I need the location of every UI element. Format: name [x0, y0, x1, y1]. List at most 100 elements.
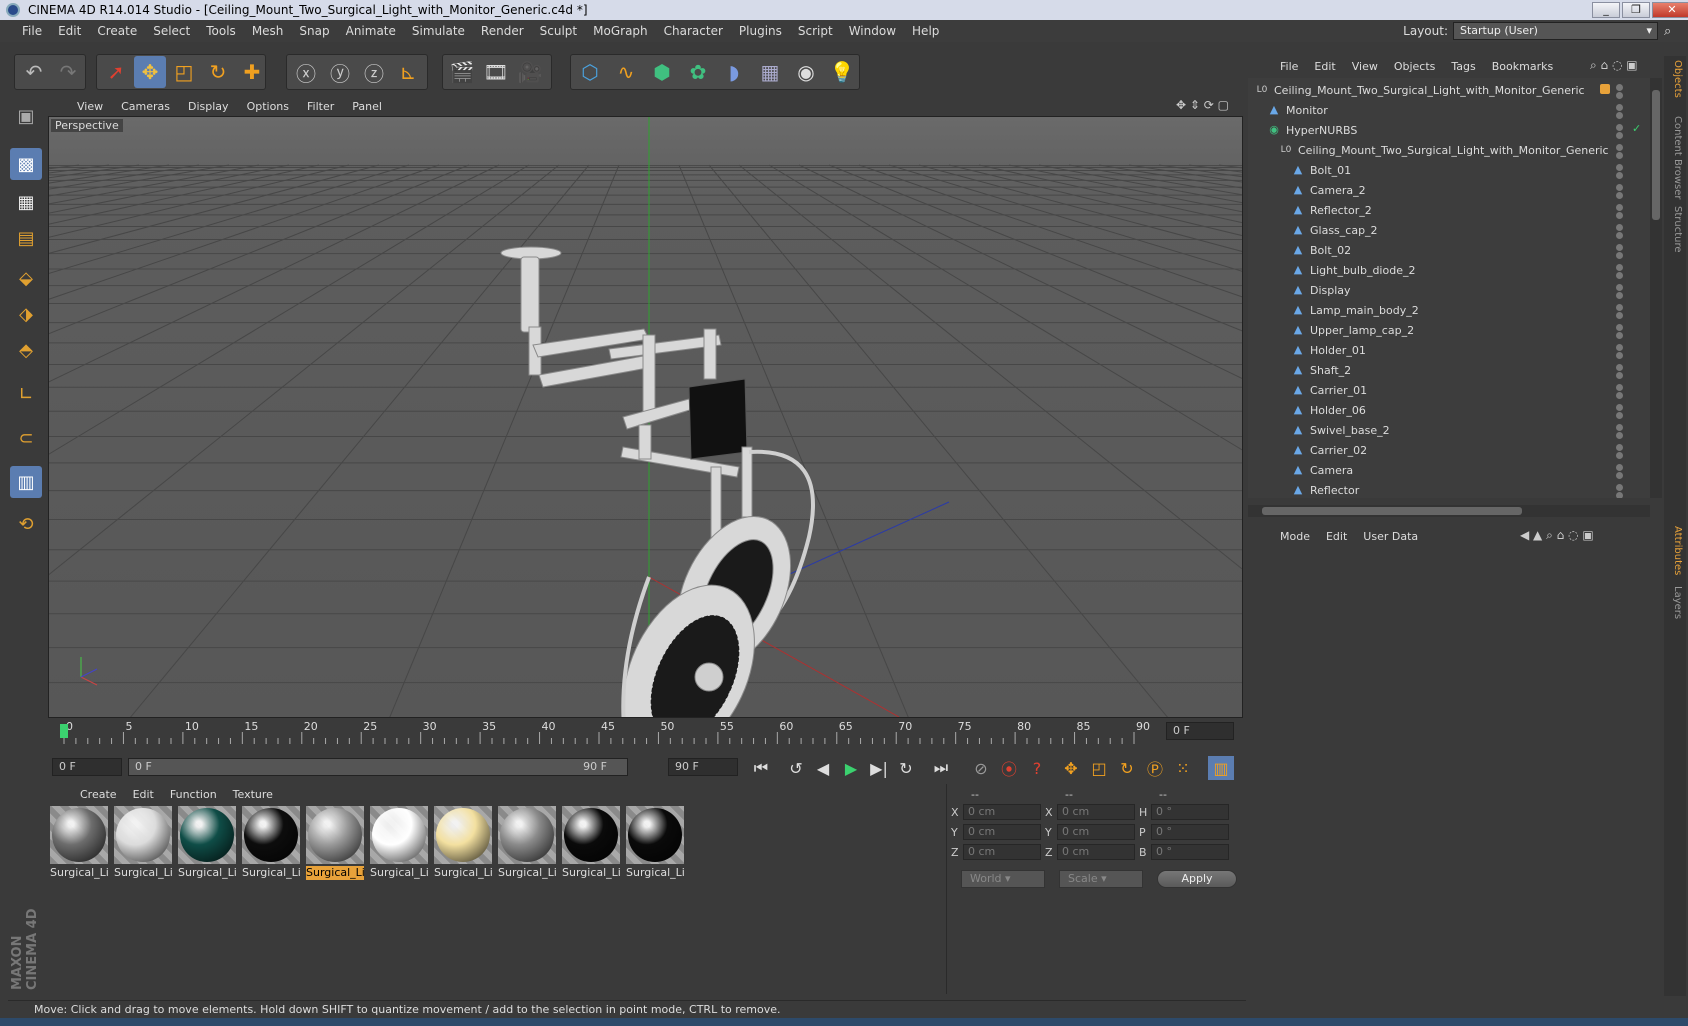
editor-visibility-dot[interactable]	[1616, 324, 1623, 331]
menu-snap[interactable]: Snap	[291, 24, 337, 38]
material-swatch[interactable]: Surgical_Li	[370, 806, 428, 882]
spline-pen-icon[interactable]: ∿	[610, 56, 642, 88]
object-hscrollbar[interactable]	[1248, 505, 1650, 517]
editor-visibility-dot[interactable]	[1616, 164, 1623, 171]
coord-value-field[interactable]: 0 cm	[963, 844, 1041, 860]
start-frame-field[interactable]: 0 F	[52, 758, 122, 776]
coord-value-field[interactable]: 0 cm	[1057, 844, 1135, 860]
editor-visibility-dot[interactable]	[1616, 184, 1623, 191]
undo-icon[interactable]: ↶	[18, 56, 50, 88]
render-visibility-dot[interactable]	[1616, 272, 1623, 279]
key-scale-icon[interactable]: ◰	[1086, 756, 1112, 780]
material-menu-function[interactable]: Function	[162, 788, 225, 801]
material-swatch[interactable]: Surgical_Li	[114, 806, 172, 882]
object-row[interactable]: ▲ Light_bulb_diode_2	[1248, 260, 1650, 280]
coord-value-field[interactable]: 0 cm	[963, 824, 1041, 840]
key-position-icon[interactable]: ✥	[1058, 756, 1084, 780]
next-key-icon[interactable]: ↻	[893, 756, 919, 780]
end-frame-field[interactable]: 90 F	[668, 758, 738, 776]
object-menu-view[interactable]: View	[1344, 60, 1386, 73]
recent-tool-icon[interactable]: ✚	[236, 56, 268, 88]
mograph-cloner-icon[interactable]: ✿	[682, 56, 714, 88]
keyframe-selection-icon[interactable]: ?	[1024, 756, 1050, 780]
render-picture-viewer-icon[interactable]: 🎞	[480, 56, 512, 88]
axis-mode-icon[interactable]: ∟	[10, 378, 42, 410]
render-visibility-dot[interactable]	[1616, 372, 1623, 379]
live-selection-icon[interactable]: ➚	[100, 56, 132, 88]
model-mode-icon[interactable]: ▩	[10, 148, 42, 180]
render-visibility-dot[interactable]	[1616, 152, 1623, 159]
go-to-start-icon[interactable]: ⏮	[748, 756, 774, 780]
render-visibility-dot[interactable]	[1616, 412, 1623, 419]
render-visibility-dot[interactable]	[1616, 212, 1623, 219]
object-row[interactable]: ▲ Carrier_01	[1248, 380, 1650, 400]
menu-sculpt[interactable]: Sculpt	[532, 24, 585, 38]
light-object-icon[interactable]: 💡	[826, 56, 858, 88]
material-swatch[interactable]: Surgical_Li	[626, 806, 684, 882]
object-row[interactable]: ▲ Swivel_base_2	[1248, 420, 1650, 440]
coordinate-system-icon[interactable]: ⊾	[392, 56, 424, 88]
attribute-menu-user-data[interactable]: User Data	[1355, 530, 1426, 543]
object-row[interactable]: ▲ Holder_06	[1248, 400, 1650, 420]
render-visibility-dot[interactable]	[1616, 112, 1623, 119]
menu-window[interactable]: Window	[841, 24, 904, 38]
checkmark-icon[interactable]: ✓	[1632, 122, 1641, 135]
timeline-window-icon[interactable]: ▥	[1208, 756, 1234, 780]
key-pla-icon[interactable]: ⁙	[1170, 756, 1196, 780]
y-axis-lock-icon[interactable]: ⓨ	[324, 56, 356, 88]
viewport-menu-options[interactable]: Options	[238, 100, 298, 113]
render-visibility-dot[interactable]	[1616, 312, 1623, 319]
render-visibility-dot[interactable]	[1616, 292, 1623, 299]
menu-mograph[interactable]: MoGraph	[585, 24, 656, 38]
menu-select[interactable]: Select	[145, 24, 198, 38]
points-mode-icon[interactable]: ⬙	[10, 262, 42, 294]
render-visibility-dot[interactable]	[1616, 172, 1623, 179]
layout-select[interactable]: Startup (User) ▾	[1453, 22, 1658, 40]
play-icon[interactable]: ▶	[838, 756, 864, 780]
object-menu-tags[interactable]: Tags	[1443, 60, 1483, 73]
object-row[interactable]: ▲ Reflector_2	[1248, 200, 1650, 220]
search-icon[interactable]: ⌕	[1664, 24, 1671, 39]
object-row[interactable]: ◉ HyperNURBS ✓	[1248, 120, 1650, 140]
side-tab-layers[interactable]: Layers	[1667, 586, 1683, 619]
object-row[interactable]: ▲ Lamp_main_body_2	[1248, 300, 1650, 320]
coord-value-field[interactable]: 0 cm	[1057, 804, 1135, 820]
scale-tool-icon[interactable]: ◰	[168, 56, 200, 88]
object-row[interactable]: ▲ Monitor	[1248, 100, 1650, 120]
coord-value-field[interactable]: 0 °	[1151, 804, 1229, 820]
perspective-viewport[interactable]: Perspective	[48, 116, 1243, 718]
editor-visibility-dot[interactable]	[1616, 344, 1623, 351]
make-editable-icon[interactable]: ▣	[10, 100, 42, 132]
floor-object-icon[interactable]: ▦	[754, 56, 786, 88]
menu-mesh[interactable]: Mesh	[244, 24, 292, 38]
menu-animate[interactable]: Animate	[338, 24, 404, 38]
editor-visibility-dot[interactable]	[1616, 144, 1623, 151]
object-menu-file[interactable]: File	[1272, 60, 1306, 73]
menu-file[interactable]: File	[14, 24, 50, 38]
editor-visibility-dot[interactable]	[1616, 464, 1623, 471]
deformer-icon[interactable]: ◗	[718, 56, 750, 88]
nurbs-icon[interactable]: ⬢	[646, 56, 678, 88]
render-visibility-dot[interactable]	[1616, 392, 1623, 399]
viewport-menu-display[interactable]: Display	[179, 100, 238, 113]
workplane-lock-icon[interactable]: ▥	[10, 466, 42, 498]
object-row[interactable]: L0 Ceiling_Mount_Two_Surgical_Light_with_…	[1248, 140, 1650, 160]
editor-visibility-dot[interactable]	[1616, 84, 1623, 91]
editor-visibility-dot[interactable]	[1616, 304, 1623, 311]
editor-visibility-dot[interactable]	[1616, 244, 1623, 251]
menu-plugins[interactable]: Plugins	[731, 24, 790, 38]
timeline-ruler[interactable]: 0 5 10 15 20 25 30 35 40 45 50 55 60 65 70 75 80 85 90 0 F	[48, 718, 1243, 748]
attribute-menu-mode[interactable]: Mode	[1272, 530, 1318, 543]
viewport-menu-cameras[interactable]: Cameras	[112, 100, 179, 113]
editor-visibility-dot[interactable]	[1616, 424, 1623, 431]
material-menu-texture[interactable]: Texture	[225, 788, 281, 801]
object-row[interactable]: ▲ Camera	[1248, 460, 1650, 480]
editor-visibility-dot[interactable]	[1616, 384, 1623, 391]
record-keys-icon[interactable]: ⊘	[968, 756, 994, 780]
coord-value-field[interactable]: 0 °	[1151, 824, 1229, 840]
key-parameter-icon[interactable]: Ⓟ	[1142, 756, 1168, 780]
previous-frame-icon[interactable]: ◀	[810, 756, 836, 780]
editor-visibility-dot[interactable]	[1616, 484, 1623, 491]
menu-render[interactable]: Render	[473, 24, 532, 38]
material-swatch[interactable]: Surgical_Li	[50, 806, 108, 882]
